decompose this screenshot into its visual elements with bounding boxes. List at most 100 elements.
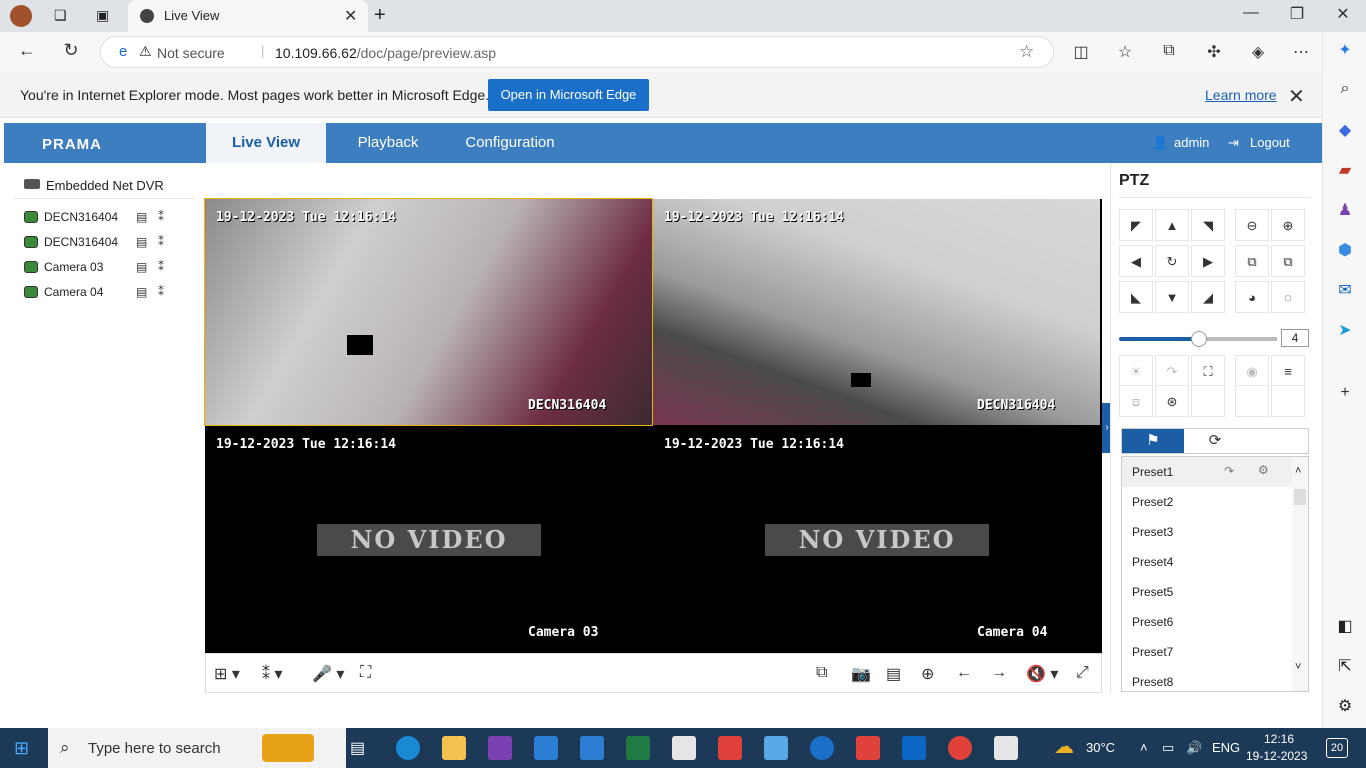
- close-window-button[interactable]: ✕: [1320, 4, 1366, 28]
- ptz-left-icon[interactable]: ◀: [1119, 245, 1153, 277]
- image-settings-icon[interactable]: ⛶: [360, 664, 371, 682]
- workspaces-icon[interactable]: ❏: [54, 7, 67, 24]
- settings-gear-icon[interactable]: ⚙: [1334, 696, 1356, 718]
- maximize-button[interactable]: ❐: [1274, 4, 1320, 28]
- outlook-icon[interactable]: ✉: [1334, 280, 1356, 302]
- ptz-down-icon[interactable]: ▼: [1155, 281, 1189, 313]
- ptz-down-right-icon[interactable]: ◢: [1191, 281, 1225, 313]
- task-view-icon[interactable]: ▤: [350, 738, 365, 758]
- video-cell-4[interactable]: 19-12-2023 Tue 12:16:14 NO VIDEO Camera …: [653, 426, 1100, 652]
- scroll-up-icon[interactable]: ˄: [1295, 465, 1301, 477]
- copilot-icon[interactable]: ✦: [1334, 40, 1356, 62]
- ptz-up-right-icon[interactable]: ◥: [1191, 209, 1225, 241]
- manual-track-icon[interactable]: ⧈: [1119, 385, 1153, 417]
- record-icon[interactable]: ▤: [136, 285, 147, 299]
- channel-info-icon[interactable]: ⁑: [158, 210, 164, 224]
- list-item[interactable]: Preset2: [1122, 487, 1294, 517]
- list-item[interactable]: Preset8: [1122, 667, 1294, 691]
- tree-root[interactable]: Embedded Net DVR: [46, 178, 164, 193]
- anydesk-2-icon[interactable]: [856, 736, 880, 760]
- winrar-icon[interactable]: [488, 736, 512, 760]
- scroll-down-icon[interactable]: ˅: [1295, 661, 1301, 673]
- collections-icon[interactable]: ⧉: [1158, 42, 1180, 64]
- ptz-up-icon[interactable]: ▲: [1155, 209, 1189, 241]
- learn-more-link[interactable]: Learn more: [1205, 87, 1277, 103]
- browser-essentials-icon[interactable]: ◈: [1247, 42, 1269, 64]
- shopping-icon[interactable]: ◆: [1334, 120, 1356, 142]
- username[interactable]: admin: [1174, 135, 1209, 150]
- excel-icon[interactable]: [626, 736, 650, 760]
- extensions-icon[interactable]: ✣: [1203, 42, 1225, 64]
- sidebar-toggle-icon[interactable]: ◧: [1334, 616, 1356, 638]
- logout-icon[interactable]: ⇥: [1228, 135, 1239, 151]
- tab-configuration[interactable]: Configuration: [458, 123, 562, 163]
- pattern-tab[interactable]: [1246, 429, 1308, 453]
- digital-zoom-icon[interactable]: ⊕: [921, 664, 934, 684]
- stream-select-icon[interactable]: ⁑ ▾: [262, 664, 282, 684]
- video-cell-1[interactable]: 19-12-2023 Tue 12:16:14 DECN316404: [204, 198, 653, 426]
- focus-far-icon[interactable]: ⧉: [1271, 245, 1305, 277]
- layout-grid-icon[interactable]: ⊞ ▾: [214, 664, 240, 684]
- ptz-up-left-icon[interactable]: ◤: [1119, 209, 1153, 241]
- send-icon[interactable]: ➤: [1334, 320, 1356, 342]
- tree-item[interactable]: DECN316404 ▤ ⁑: [24, 208, 194, 228]
- app-window-icon[interactable]: [672, 736, 696, 760]
- list-item[interactable]: Preset4: [1122, 547, 1294, 577]
- tab-close-icon[interactable]: ✕: [344, 6, 357, 26]
- next-page-icon[interactable]: →: [991, 664, 1007, 682]
- volume-mute-icon[interactable]: 🔇 ▾: [1026, 664, 1058, 684]
- tree-item[interactable]: DECN316404 ▤ ⁑: [24, 233, 194, 253]
- fullscreen-icon[interactable]: ⤢: [1076, 664, 1089, 682]
- tray-chevron-icon[interactable]: ˄: [1140, 740, 1148, 755]
- network-icon[interactable]: ▭: [1162, 740, 1174, 756]
- video-cell-3[interactable]: 19-12-2023 Tue 12:16:14 NO VIDEO Camera …: [205, 426, 652, 652]
- zoom-3d-icon[interactable]: ⊛: [1155, 385, 1189, 417]
- tree-item[interactable]: Camera 03 ▤ ⁑: [24, 258, 194, 278]
- games-icon[interactable]: ♟: [1334, 200, 1356, 222]
- address-field[interactable]: e ⚠ Not secure | 10.109.66.62/doc/page/p…: [100, 36, 1054, 68]
- scroll-thumb[interactable]: [1294, 489, 1306, 505]
- patrol-tab-icon[interactable]: ⟳: [1184, 429, 1246, 453]
- clock-date[interactable]: 19-12-2023: [1246, 749, 1307, 763]
- preset-tab-flag-icon[interactable]: ⚑: [1122, 429, 1184, 453]
- open-in-edge-button[interactable]: Open in Microsoft Edge: [488, 79, 649, 111]
- browser-tab[interactable]: Live View ✕: [128, 0, 368, 32]
- taskbar-search-input[interactable]: ⌕ Type here to search: [48, 728, 346, 768]
- stop-all-icon[interactable]: ⧉: [816, 664, 827, 682]
- set-preset-gear-icon[interactable]: ⚙: [1258, 463, 1269, 477]
- record-icon[interactable]: ▤: [136, 235, 147, 249]
- edge-app-icon[interactable]: [396, 736, 420, 760]
- tree-item[interactable]: Camera 04 ▤ ⁑: [24, 283, 194, 303]
- tab-playback[interactable]: Playback: [344, 123, 432, 163]
- zoom-out-icon[interactable]: ⊖: [1235, 209, 1269, 241]
- m365-icon[interactable]: ⬢: [1334, 240, 1356, 262]
- ptz-down-left-icon[interactable]: ◣: [1119, 281, 1153, 313]
- split-screen-icon[interactable]: ◫: [1070, 42, 1092, 64]
- zoom-in-icon[interactable]: ⊕: [1271, 209, 1305, 241]
- wiper-icon[interactable]: ↷: [1155, 355, 1189, 387]
- more-functions-icon[interactable]: ≡: [1271, 355, 1305, 387]
- ie-mode-icon[interactable]: e: [119, 43, 127, 60]
- store-icon[interactable]: [534, 736, 558, 760]
- outlook-app-icon[interactable]: [902, 736, 926, 760]
- ptz-speed-slider[interactable]: [1119, 331, 1277, 347]
- external-link-icon[interactable]: ⇱: [1334, 656, 1356, 678]
- list-item[interactable]: Preset3: [1122, 517, 1294, 547]
- list-item[interactable]: Preset5: [1122, 577, 1294, 607]
- list-item[interactable]: Preset6: [1122, 607, 1294, 637]
- iris-open-icon[interactable]: ◕: [1235, 281, 1269, 313]
- lens-init-icon[interactable]: ◉: [1235, 355, 1269, 387]
- profile-avatar[interactable]: [10, 5, 32, 27]
- favorite-star-icon[interactable]: ☆: [1019, 42, 1034, 62]
- logout-link[interactable]: Logout: [1250, 135, 1290, 150]
- refresh-button[interactable]: ↻: [58, 40, 84, 64]
- notepad-app-icon[interactable]: [994, 736, 1018, 760]
- search-icon[interactable]: ⌕: [1334, 80, 1356, 102]
- weather-temp[interactable]: 30°C: [1086, 740, 1115, 755]
- auto-focus-icon[interactable]: ⛶: [1191, 355, 1225, 387]
- record-all-icon[interactable]: ▤: [886, 664, 901, 684]
- record-icon[interactable]: ▤: [136, 260, 147, 274]
- list-item[interactable]: Preset7: [1122, 637, 1294, 667]
- chrome-icon[interactable]: [948, 736, 972, 760]
- iris-close-icon[interactable]: ◌: [1271, 281, 1305, 313]
